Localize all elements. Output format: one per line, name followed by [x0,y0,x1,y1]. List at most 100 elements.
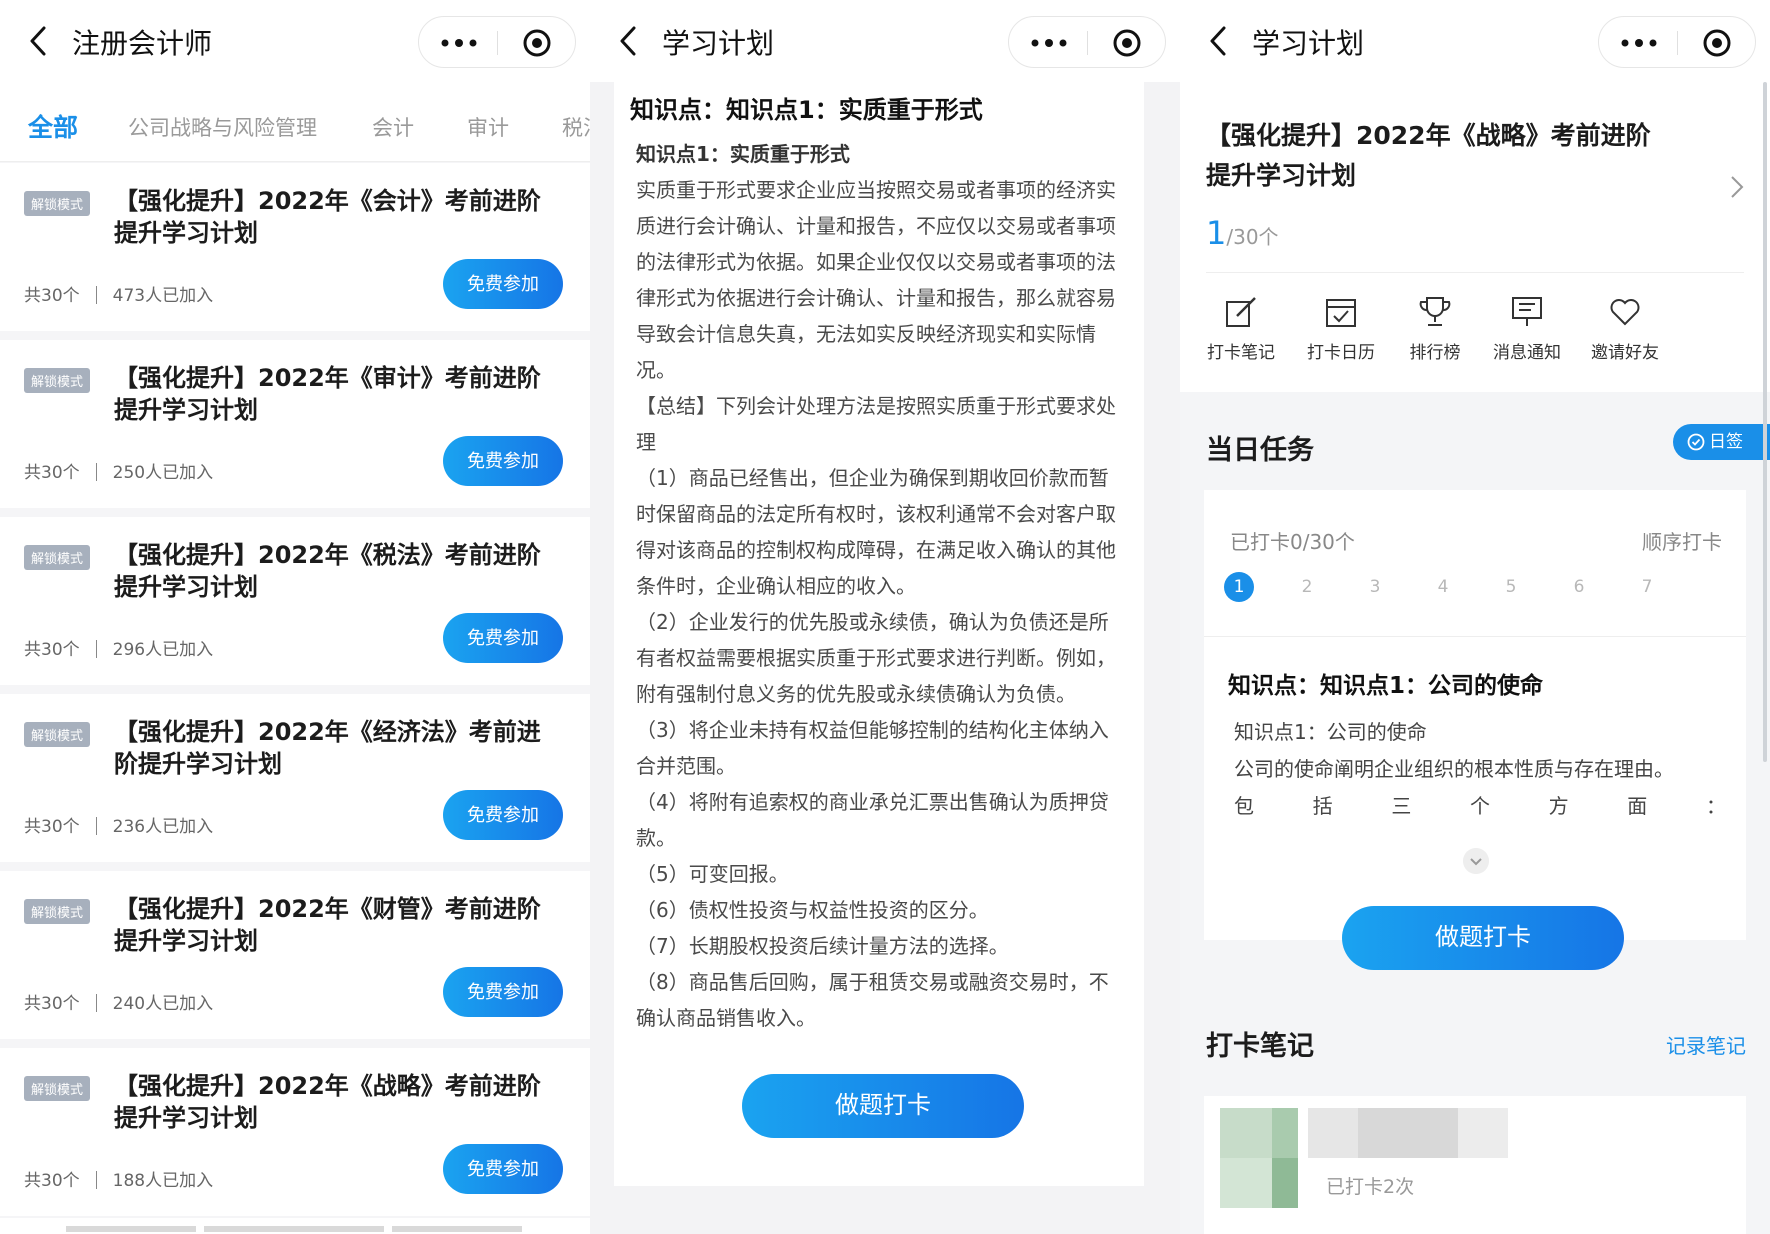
checkin-times: 已打卡2次 [1326,1176,1415,1198]
plan-meta: 共30个 188人已加入 [24,1166,213,1191]
join-button[interactable]: 免费参加 [443,259,563,309]
plan-title: 【强化提升】2022年《财管》考前进阶提升学习计划 [114,895,541,955]
tool-checkin-notes[interactable]: 打卡笔记 [1186,292,1296,363]
target-circle-icon[interactable] [1112,28,1142,58]
chevron-right-icon[interactable] [1728,174,1746,200]
day-item[interactable]: 6 [1564,572,1594,602]
chevron-down-icon[interactable] [1463,848,1489,874]
day-item[interactable]: 2 [1292,572,1322,602]
target-circle-icon[interactable] [1702,28,1732,58]
back-arrow-icon[interactable] [614,24,644,58]
divider [1204,636,1746,637]
calendar-check-icon [1326,299,1356,327]
char: 面 [1627,794,1648,818]
day-item[interactable]: 4 [1428,572,1458,602]
char: 方 [1548,794,1569,818]
more-dots-icon[interactable] [441,39,477,47]
mini-program-capsule [418,16,576,68]
join-button[interactable]: 免费参加 [443,436,563,486]
tab-accounting[interactable]: 会计 [372,112,414,142]
tab-audit[interactable]: 审计 [467,112,509,142]
plan-joined: 296人已加入 [112,640,214,660]
target-circle-icon[interactable] [522,28,552,58]
day-item[interactable]: 7 [1632,572,1662,602]
char: 三 [1391,794,1412,818]
tool-invite-friends[interactable]: 邀请好友 [1570,292,1680,363]
tool-label: 邀请好友 [1591,343,1659,363]
join-button[interactable]: 免费参加 [443,790,563,840]
unlock-badge: 解锁模式 [24,1076,91,1101]
divider [1206,272,1744,273]
note-card[interactable]: 已打卡2次 [1204,1096,1746,1234]
plan-count: 共30个 [24,817,80,837]
message-board-icon [1512,297,1542,326]
knowledge-subheading: 知识点1：公司的使命 [1234,720,1427,744]
edit-note-icon [1226,297,1256,327]
paragraph: （5）可变回报。 [636,862,789,886]
page-title: 学习计划 [1252,27,1365,60]
paragraph: （6）债权性投资与权益性投资的区分。 [636,898,989,922]
plan-card[interactable]: 解锁模式 【强化提升】2022年《战略》考前进阶提升学习计划 共30个 188人已… [0,1048,590,1216]
capsule-divider [497,31,498,55]
knowledge-body: 公司的使命阐明企业组织的根本性质与存在理由。 [1234,757,1674,781]
paragraph: （4）将附有追索权的商业承兑汇票出售确认为质押贷款。 [636,790,1109,850]
unlock-badge: 解锁模式 [24,368,91,393]
tab-all[interactable]: 全部 [28,108,78,144]
capsule-divider [1087,31,1088,55]
plan-title: 【强化提升】2022年《战略》考前进阶提升学习计划 [114,1072,541,1132]
knowledge-subheading: 知识点1：实质重于形式 [636,142,850,166]
plan-meta: 共30个 240人已加入 [24,989,213,1014]
record-note-link[interactable]: 记录笔记 [1666,1030,1746,1059]
progress-total: /30个 [1226,225,1279,249]
plan-joined: 240人已加入 [112,994,214,1014]
plan-title: 【强化提升】2022年《税法》考前进阶提升学习计划 [114,541,541,601]
tool-notifications[interactable]: 消息通知 [1472,292,1582,363]
plan-title: 【强化提升】2022年《会计》考前进阶提升学习计划 [114,187,541,247]
daily-task-title: 当日任务 [1206,435,1314,466]
plan-count: 共30个 [24,463,80,483]
plan-card[interactable]: 解锁模式 【强化提升】2022年《财管》考前进阶提升学习计划 共30个 240人已… [0,871,590,1039]
knowledge-heading: 知识点：知识点1：公司的使命 [1228,673,1544,699]
scrollbar[interactable] [1763,82,1767,762]
daily-sign-button[interactable]: 日签 [1673,424,1770,460]
plan-meta: 共30个 296人已加入 [24,635,213,660]
more-dots-icon[interactable] [1621,39,1657,47]
check-circle-icon [1687,433,1705,451]
plan-summary-card[interactable]: 【强化提升】2022年《战略》考前进阶提升学习计划 1/30个 打卡笔记 打卡日… [1180,82,1770,392]
plan-count: 共30个 [24,1171,80,1191]
plan-title: 【强化提升】2022年《战略》考前进阶提升学习计划 [1206,121,1651,190]
daily-task-card: 已打卡0/30个 顺序打卡 1 2 3 4 5 6 7 知识点：知识点1：公司的… [1204,490,1746,970]
panel-knowledge-detail: 学习计划 知识点：知识点1：实质重于形式 知识点1：实质重于形式 实质重于形式要… [590,0,1180,1234]
join-button[interactable]: 免费参加 [443,967,563,1017]
back-arrow-icon[interactable] [24,24,54,58]
day-item[interactable]: 5 [1496,572,1526,602]
plan-card[interactable]: 解锁模式 【强化提升】2022年《经济法》考前进阶提升学习计划 共30个 236人… [0,694,590,862]
order-mode: 顺序打卡 [1642,530,1722,554]
practice-checkin-button[interactable]: 做题打卡 [742,1074,1024,1138]
practice-checkin-button[interactable]: 做题打卡 [1342,906,1624,970]
plan-meta: 共30个 236人已加入 [24,812,213,837]
more-dots-icon[interactable] [1031,39,1067,47]
knowledge-article: 知识点：知识点1：实质重于形式 知识点1：实质重于形式 实质重于形式要求企业应当… [614,82,1144,1186]
trophy-icon [1419,297,1451,326]
join-button[interactable]: 免费参加 [443,1144,563,1194]
page-title: 学习计划 [662,27,775,60]
paragraph: （2）企业发行的优先股或永续债，确认为负债还是所有者权益需要根据实质重于形式要求… [636,610,1116,706]
tab-strategy[interactable]: 公司战略与风险管理 [128,112,317,142]
plan-card[interactable]: 解锁模式 【强化提升】2022年《会计》考前进阶提升学习计划 共30个 473人已… [0,163,590,331]
paragraph: 实质重于形式要求企业应当按照交易或者事项的经济实质进行会计确认、计量和报告，不应… [636,178,1116,382]
unlock-badge: 解锁模式 [24,545,91,570]
plan-card[interactable]: 解锁模式 【强化提升】2022年《审计》考前进阶提升学习计划 共30个 250人已… [0,340,590,508]
plan-title: 【强化提升】2022年《经济法》考前进阶提升学习计划 [114,718,541,778]
day-item[interactable]: 1 [1224,572,1254,602]
plan-card[interactable]: 解锁模式 【强化提升】2022年《税法》考前进阶提升学习计划 共30个 296人已… [0,517,590,685]
day-item[interactable]: 3 [1360,572,1390,602]
knowledge-heading: 知识点：知识点1：实质重于形式 [630,96,983,124]
mini-program-capsule [1598,16,1756,68]
progress-current: 1 [1206,214,1227,252]
tab-tax[interactable]: 税法 [562,112,590,142]
join-button[interactable]: 免费参加 [443,613,563,663]
back-arrow-icon[interactable] [1204,24,1234,58]
unlock-badge: 解锁模式 [24,722,91,747]
paragraph: （1）商品已经售出，但企业为确保到期收回价款而暂时保留商品的法定所有权时，该权利… [636,466,1116,598]
